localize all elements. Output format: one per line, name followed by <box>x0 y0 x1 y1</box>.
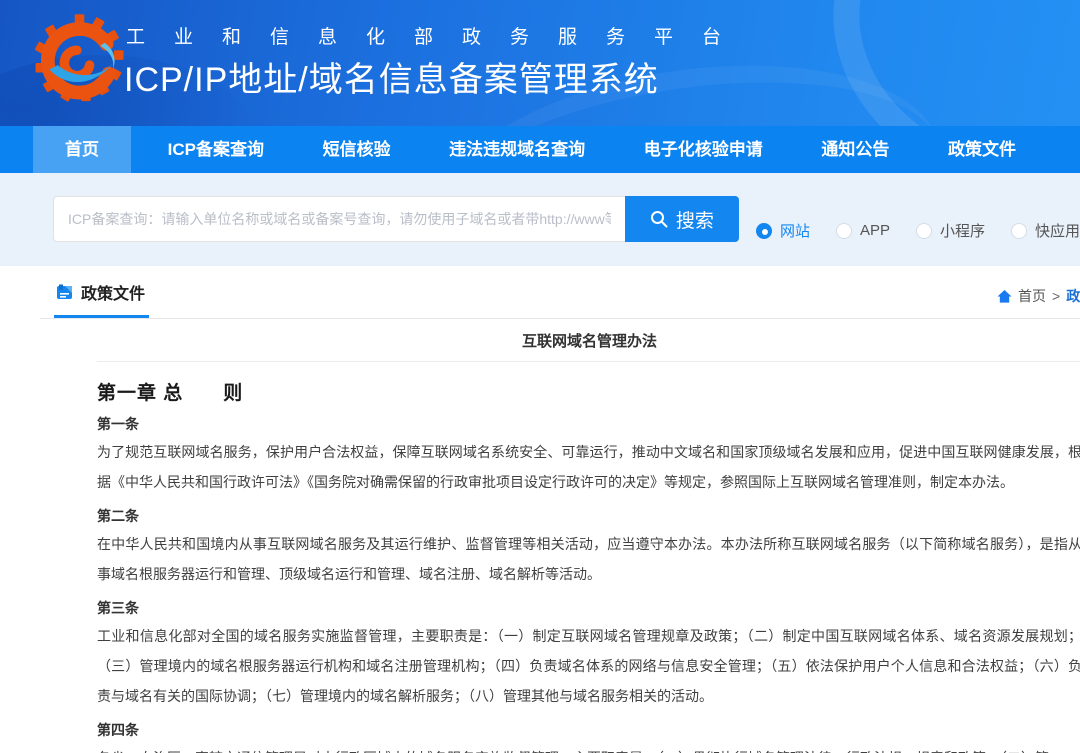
nav-item-policy-files[interactable]: 政策文件 <box>926 126 1038 173</box>
miit-gear-e-logo-icon <box>26 10 132 116</box>
article-1-label: 第一条 <box>97 415 1080 433</box>
main-nav: 首页 ICP备案查询 短信核验 违法违规域名查询 电子化核验申请 通知公告 政策… <box>0 126 1080 173</box>
breadcrumb-home[interactable]: 首页 <box>1018 286 1046 306</box>
article-3-text: 工业和信息化部对全国的域名服务实施监督管理，主要职责是：（一）制定互联网域名管理… <box>97 621 1080 711</box>
article-1-text: 为了规范互联网域名服务，保护用户合法权益，保障互联网域名系统安全、可靠运行，推动… <box>97 437 1080 497</box>
nav-item-illegal-domain-query[interactable]: 违法违规域名查询 <box>427 126 607 173</box>
radio-website[interactable] <box>756 223 772 239</box>
radio-app[interactable] <box>836 223 852 239</box>
site-header: 工业和信息化部政务服务平台 ICP/IP地址/域名信息备案管理系统 <box>0 0 1080 126</box>
nav-item-home[interactable]: 首页 <box>33 126 131 173</box>
radio-quickapp[interactable] <box>1011 223 1027 239</box>
main-content: 政策文件 首页 > 政策文件 互联网域名管理办法 第一章 总 则 第一条 为了规… <box>0 266 1080 753</box>
search-type-website[interactable]: 网站 <box>756 220 810 241</box>
nav-item-notices[interactable]: 通知公告 <box>799 126 911 173</box>
article-2-text: 在中华人民共和国境内从事互联网域名服务及其运行维护、监督管理等相关活动，应当遵守… <box>97 529 1080 589</box>
divider <box>97 361 1080 362</box>
policy-document-icon <box>56 284 73 301</box>
radio-miniprogram[interactable] <box>916 223 932 239</box>
article-4-label: 第四条 <box>97 721 1080 739</box>
icp-search-input[interactable] <box>53 196 625 242</box>
search-strip: 搜索 网站 APP 小程序 快应用 <box>0 173 1080 266</box>
platform-title: 工业和信息化部政务服务平台 <box>126 22 750 49</box>
article-4-text: 各省、自治区、直辖市通信管理局对本行政区域内的域名服务实施监督管理，主要职责是：… <box>97 743 1080 753</box>
search-icon <box>650 210 668 228</box>
document-title: 互联网域名管理办法 <box>97 319 1080 361</box>
breadcrumb: 首页 > 政策文件 <box>997 286 1080 306</box>
chapter-heading: 第一章 总 则 <box>97 378 1080 405</box>
search-button-label: 搜索 <box>676 206 714 233</box>
radio-website-label: 网站 <box>780 220 810 241</box>
search-type-miniprogram[interactable]: 小程序 <box>916 220 985 241</box>
breadcrumb-separator: > <box>1052 288 1060 304</box>
article-3-label: 第三条 <box>97 599 1080 617</box>
search-type-options: 网站 APP 小程序 快应用 <box>756 220 1080 241</box>
tab-policy-files-label: 政策文件 <box>81 280 145 304</box>
radio-miniprogram-label: 小程序 <box>940 220 985 241</box>
radio-app-label: APP <box>860 222 890 239</box>
article-2-label: 第二条 <box>97 507 1080 525</box>
nav-item-e-verification[interactable]: 电子化核验申请 <box>622 126 785 173</box>
search-type-app[interactable]: APP <box>836 222 890 239</box>
search-button[interactable]: 搜索 <box>625 196 739 242</box>
nav-item-icp-query[interactable]: ICP备案查询 <box>146 126 286 173</box>
system-title: ICP/IP地址/域名信息备案管理系统 <box>124 52 659 101</box>
breadcrumb-current[interactable]: 政策文件 <box>1066 286 1080 306</box>
policy-document: 互联网域名管理办法 第一章 总 则 第一条 为了规范互联网域名服务，保护用户合法… <box>97 319 1080 753</box>
radio-quickapp-label: 快应用 <box>1035 220 1080 241</box>
tab-policy-files[interactable]: 政策文件 <box>54 280 149 318</box>
search-type-quickapp[interactable]: 快应用 <box>1011 220 1080 241</box>
section-tab-row: 政策文件 首页 > 政策文件 <box>40 280 1080 319</box>
nav-item-sms-verify[interactable]: 短信核验 <box>301 126 413 173</box>
home-icon <box>997 289 1012 304</box>
